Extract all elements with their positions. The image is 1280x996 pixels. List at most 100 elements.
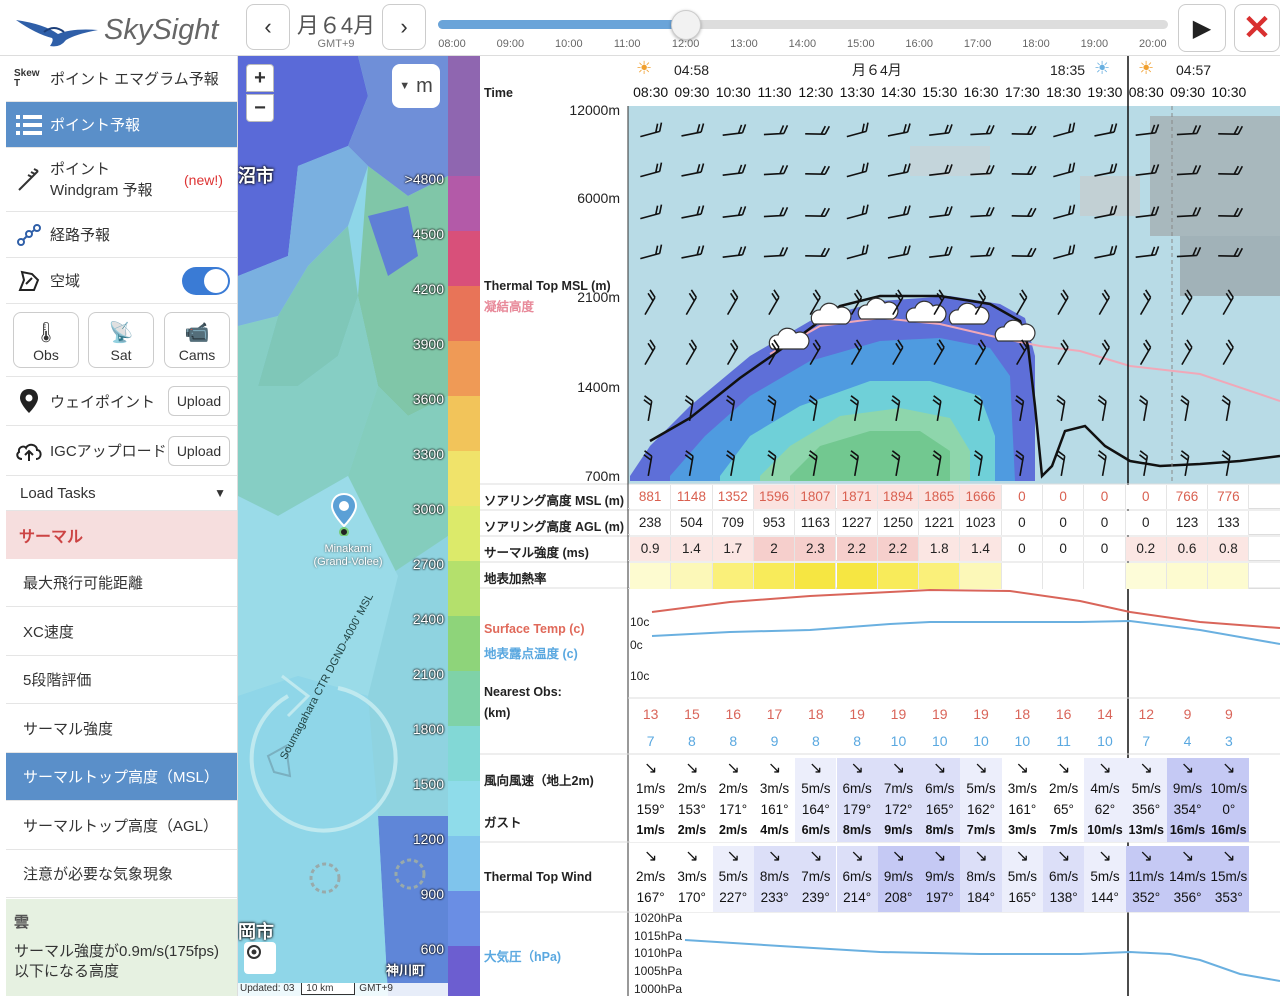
wind-direction: 208°	[884, 890, 913, 905]
wind-direction: 164°	[801, 802, 830, 817]
menu-item[interactable]: 5段階評価	[6, 656, 237, 704]
igc-upload-button[interactable]: Upload	[168, 435, 230, 466]
heating-cell	[712, 563, 754, 589]
wind-speed: 6m/s	[1049, 869, 1079, 884]
wind-arrow-icon: ↘	[685, 848, 699, 865]
sidebar-item-label: 経路予報	[50, 227, 111, 244]
cams-label: Cams	[178, 347, 216, 363]
data-cell: 1666	[960, 485, 1002, 509]
wind-gust: 16m/s	[1211, 823, 1247, 837]
obs-dew-cell: 8	[729, 733, 738, 749]
slider-hour-label: 14:00	[788, 38, 817, 50]
wind-cell: ↘ 7m/s 239°	[795, 846, 837, 912]
time-slider[interactable]	[438, 10, 1168, 40]
sidebar-item-point-forecast[interactable]: ポイント予報	[6, 102, 237, 148]
wind-gust: 8m/s	[842, 823, 872, 837]
slider-hours: 08:00 09:00 10:00 11:00 12:00 13:00 14:00 15:00…	[436, 38, 1176, 52]
map[interactable]: + − ▼ m 沼市 Minakami (Grand-Volee) Soumaga…	[238, 56, 448, 996]
wind-speed: 9m/s	[1172, 781, 1203, 796]
heating-cell	[1166, 563, 1209, 589]
sidebar-item-windgram[interactable]: ポイント Windgram 予報 (new!)	[6, 148, 237, 212]
locate-button[interactable]	[244, 942, 276, 974]
list-icon	[14, 110, 44, 140]
zoom-in-button[interactable]: +	[246, 64, 274, 92]
unit-select[interactable]: ▼ m	[392, 64, 440, 108]
menu-item[interactable]: 最大飛行可能距離	[6, 559, 237, 607]
wind-speed: 4m/s	[1090, 781, 1120, 796]
wind-arrow-icon: ↘	[1222, 848, 1236, 865]
data-cell: 0	[1084, 537, 1126, 561]
pressure-axis-label: 1005hPa	[634, 964, 683, 978]
obs-temp-cell: 9	[1224, 706, 1233, 722]
caret-down-icon: ▼	[399, 80, 411, 92]
wind-gust: 13m/s	[1128, 823, 1164, 837]
slider-knob[interactable]	[671, 10, 702, 40]
dewpoint-line	[651, 619, 1280, 645]
wind-cell: ↘ 4m/s 62° 10m/s	[1084, 758, 1126, 842]
wind-direction: 239°	[801, 890, 830, 905]
wind-direction: 162°	[967, 802, 995, 817]
wind-arrow-icon: ↘	[809, 848, 823, 865]
zoom-out-button[interactable]: −	[246, 94, 274, 122]
sunrise-icon: ☀	[636, 58, 653, 78]
place-name: Minakami	[324, 543, 372, 555]
load-tasks-dropdown[interactable]: Load Tasks ▼	[6, 476, 237, 511]
menu-item[interactable]: サーマル強度	[6, 705, 237, 753]
temp-axis-label: 0c	[630, 638, 643, 652]
play-button[interactable]: ▶	[1178, 4, 1226, 52]
airspace-toggle[interactable]	[182, 266, 230, 295]
wind-cell: ↘ 9m/s 354° 16m/s	[1166, 758, 1209, 842]
unit-label: m	[416, 74, 433, 97]
wind-cell: ↘ 5m/s 144°	[1084, 846, 1126, 912]
heating-cell	[630, 563, 672, 589]
menu-item[interactable]: 注意が必要な気象現象	[6, 850, 237, 898]
menu-item[interactable]: サーマルトップ高度（AGL）	[6, 802, 237, 850]
data-cell: 0.6	[1166, 537, 1209, 561]
wind-arrow-icon: ↘	[974, 848, 988, 865]
wind-direction: 172°	[884, 802, 913, 817]
data-cell: 504	[671, 511, 713, 535]
soaring-agl-label: ソアリング高度 AGL (m)	[484, 520, 625, 534]
data-cell: 0	[1125, 511, 1167, 535]
obs-dew-cell: 9	[770, 733, 779, 749]
cams-button[interactable]: 📹 Cams	[164, 312, 230, 368]
data-cell: 0.9	[630, 537, 672, 561]
wind-speed: 7m/s	[801, 869, 831, 884]
chevron-left-icon: ‹	[264, 14, 272, 39]
map-tz-label: GMT+9	[359, 983, 393, 994]
menu-item[interactable]: XC速度	[6, 608, 237, 656]
satellite-icon: 📡	[108, 322, 134, 344]
close-button[interactable]: ✕	[1234, 4, 1280, 52]
sidebar-item-airspace[interactable]: 空域	[6, 258, 237, 304]
slider-hour-label: 15:00	[847, 38, 875, 50]
sidebar-item-route[interactable]: 経路予報	[6, 212, 237, 258]
wind-gust: 3m/s	[1008, 823, 1037, 837]
location-pin-icon[interactable]	[330, 492, 358, 536]
waypoint-upload-button[interactable]: Upload	[168, 386, 230, 416]
next-day-button[interactable]: ›	[382, 4, 426, 50]
obs-dew-cell: 7	[646, 733, 655, 749]
wind-arrow-icon: ↘	[1098, 760, 1112, 777]
sidebar-item-waypoint: ウェイポイント Upload	[6, 376, 237, 426]
heating-cell	[753, 563, 796, 589]
map-scale-value: 600	[420, 941, 444, 957]
section-thermal[interactable]: サーマル	[6, 511, 237, 559]
wind-arrow-icon: ↘	[891, 848, 906, 865]
place-label: Minakami (Grand-Volee)	[308, 543, 388, 569]
sidebar-item-skewt[interactable]: Skew T ポイント エマグラム予報	[6, 56, 237, 102]
time-cell: 13:30	[839, 84, 875, 100]
sat-button[interactable]: 📡 Sat	[88, 312, 154, 368]
prev-day-button[interactable]: ‹	[246, 4, 290, 50]
menu-item[interactable]: サーマルトップ高度（MSL）	[6, 753, 237, 801]
obs-dew-cell: 10	[931, 733, 948, 749]
wind-cell: ↘ 14m/s 356°	[1166, 846, 1209, 912]
zoom-in-icon: +	[254, 66, 266, 89]
wind-arrow-icon: ↘	[891, 760, 906, 777]
soaring-agl-row: 238 504 709 953 1163 1227 1250 1221 1023 0 0 0 0 123 1…	[628, 511, 1280, 535]
slider-hour-label: 20:00	[1139, 38, 1167, 50]
obs-dew-cell: 8	[811, 733, 820, 749]
slider-fill	[438, 20, 687, 29]
obs-button[interactable]: 🌡 Obs	[13, 312, 79, 368]
wind-speed: 2m/s	[677, 781, 707, 796]
wind-direction: 138°	[1049, 890, 1078, 905]
